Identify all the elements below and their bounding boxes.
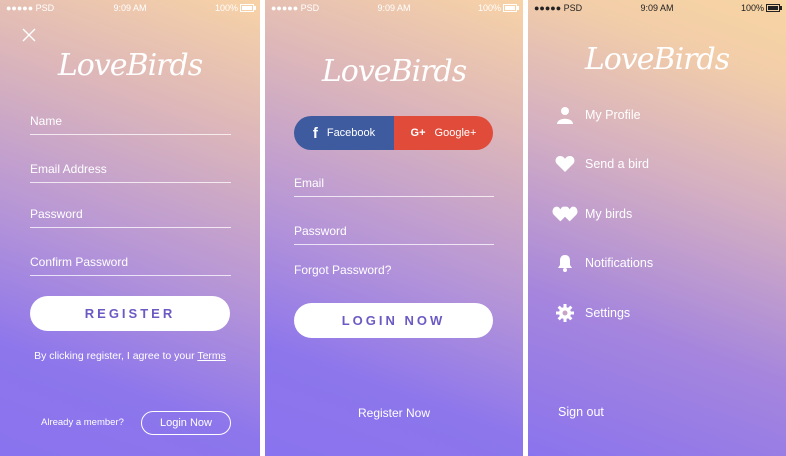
battery-icon xyxy=(240,4,256,12)
menu-label: Settings xyxy=(585,306,631,320)
battery-percent: 100% xyxy=(214,3,238,13)
status-bar: ●●●●● PSD 9:09 AM 100% xyxy=(528,3,786,15)
menu-item-send-a-bird[interactable]: Send a bird xyxy=(552,152,649,176)
app-logo: LoveBirds xyxy=(584,42,730,77)
email-field[interactable]: Email xyxy=(294,174,494,197)
terms-notice: By clicking register, I agree to your Te… xyxy=(0,350,260,362)
menu-item-settings[interactable]: Settings xyxy=(552,301,630,325)
status-bar: ●●●●● PSD 9:09 AM 100% xyxy=(0,3,260,15)
register-screen: ●●●●● PSD 9:09 AM 100% LoveBirds Name Em… xyxy=(0,0,260,456)
login-button[interactable]: LOGIN NOW xyxy=(294,303,493,338)
password-field[interactable]: Password xyxy=(30,205,231,228)
gear-icon xyxy=(552,303,578,323)
email-placeholder: Email xyxy=(294,176,325,190)
sign-out-link[interactable]: Sign out xyxy=(558,405,604,419)
name-placeholder: Name xyxy=(30,114,63,128)
register-now-link[interactable]: Register Now xyxy=(265,406,523,420)
battery-status: 100% xyxy=(214,3,256,13)
confirm-password-placeholder: Confirm Password xyxy=(30,255,129,269)
password-placeholder: Password xyxy=(30,207,83,221)
battery-status: 100% xyxy=(740,3,782,13)
bell-icon xyxy=(552,253,578,273)
battery-percent: 100% xyxy=(477,3,501,13)
password-field[interactable]: Password xyxy=(294,222,494,245)
name-field[interactable]: Name xyxy=(30,112,231,135)
email-placeholder: Email Address xyxy=(30,162,107,176)
menu-label: My birds xyxy=(585,207,633,221)
facebook-label: Facebook xyxy=(326,127,376,139)
login-screen: ●●●●● PSD 9:09 AM 100% LoveBirds f Faceb… xyxy=(265,0,523,456)
login-now-button[interactable]: Login Now xyxy=(141,411,231,435)
terms-link[interactable]: Terms xyxy=(197,350,226,362)
app-logo: LoveBirds xyxy=(321,54,467,89)
menu-screen: ●●●●● PSD 9:09 AM 100% LoveBirds My Prof… xyxy=(528,0,786,456)
register-button[interactable]: REGISTER xyxy=(30,296,230,331)
forgot-password-link[interactable]: Forgot Password? xyxy=(294,263,391,277)
heart-icon xyxy=(552,154,578,174)
menu-label: Send a bird xyxy=(585,157,649,171)
close-icon[interactable] xyxy=(22,28,36,42)
status-bar: ●●●●● PSD 9:09 AM 100% xyxy=(265,3,523,15)
battery-icon xyxy=(766,4,782,12)
google-label: Google+ xyxy=(434,127,477,139)
confirm-password-field[interactable]: Confirm Password xyxy=(30,253,231,276)
double-heart-icon xyxy=(552,204,578,224)
facebook-login-button[interactable]: f Facebook xyxy=(294,116,394,150)
menu-label: My Profile xyxy=(585,108,641,122)
menu-item-my-profile[interactable]: My Profile xyxy=(552,103,641,127)
google-plus-icon: G+ xyxy=(410,127,426,139)
social-login-bar: f Facebook G+ Google+ xyxy=(294,116,493,150)
password-placeholder: Password xyxy=(294,224,347,238)
battery-percent: 100% xyxy=(740,3,764,13)
menu-label: Notifications xyxy=(585,256,654,270)
facebook-icon: f xyxy=(312,124,318,142)
google-login-button[interactable]: G+ Google+ xyxy=(394,116,493,150)
battery-status: 100% xyxy=(477,3,519,13)
email-field[interactable]: Email Address xyxy=(30,160,231,183)
already-member-text: Already a member? xyxy=(41,417,124,428)
menu-item-notifications[interactable]: Notifications xyxy=(552,251,653,275)
battery-icon xyxy=(503,4,519,12)
app-logo: LoveBirds xyxy=(57,48,203,83)
user-icon xyxy=(552,105,578,125)
menu-item-my-birds[interactable]: My birds xyxy=(552,202,632,226)
terms-text: By clicking register, I agree to your xyxy=(34,350,198,362)
